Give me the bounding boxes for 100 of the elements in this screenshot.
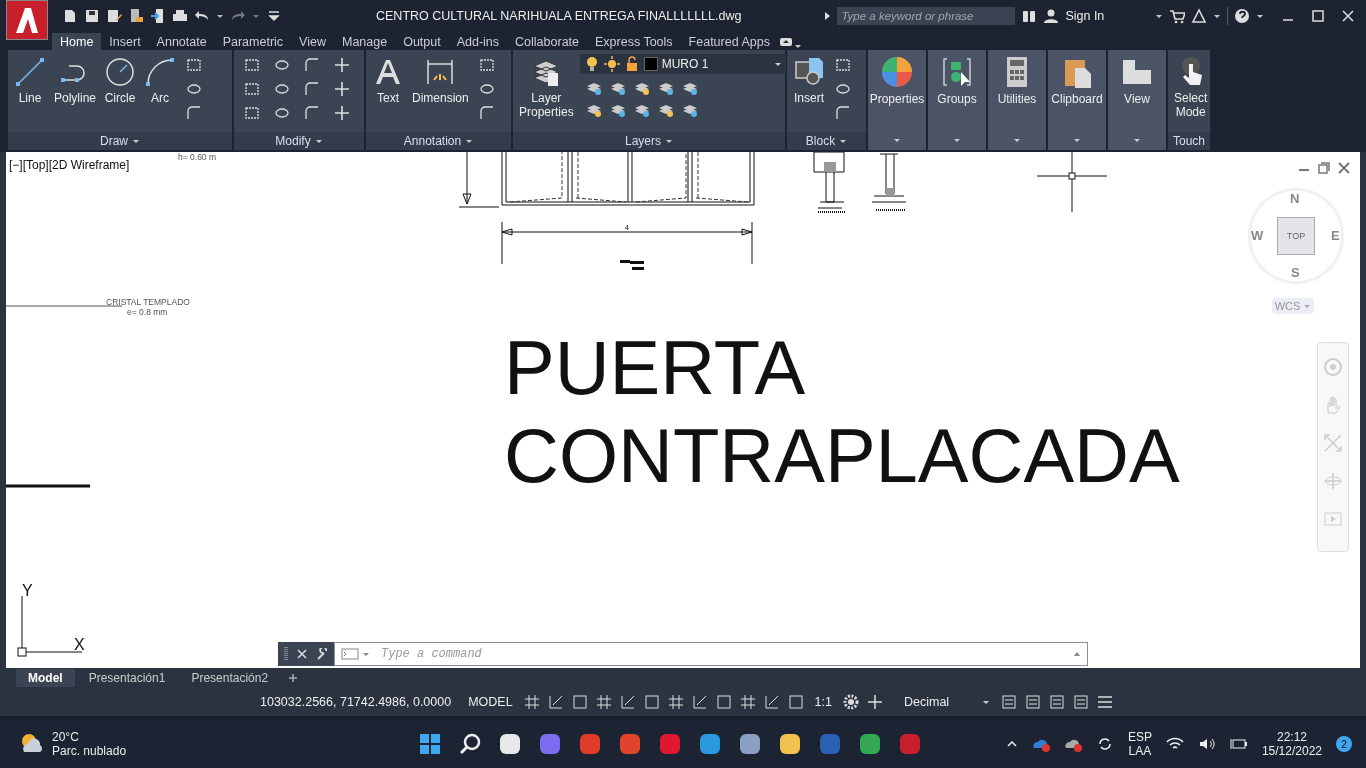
layout-tab[interactable]: Model (16, 669, 75, 688)
caret-icon[interactable] (1256, 12, 1265, 20)
ribbon-flyout-button[interactable]: Clipboard (1048, 49, 1106, 150)
panel-title[interactable]: Touch (1168, 131, 1210, 150)
layer-dropdown[interactable]: MURO 1 (579, 53, 786, 74)
toolbar-icon[interactable] (334, 80, 350, 97)
model-space-button[interactable]: MODEL (465, 693, 516, 712)
plus-icon[interactable] (867, 694, 883, 711)
viewcube[interactable]: N W TOP E S (1248, 187, 1344, 284)
status-toggle-icon[interactable] (787, 694, 804, 711)
status-toggle-icon[interactable] (715, 694, 732, 711)
toolbar-icon[interactable] (835, 56, 851, 73)
ribbon-flyout-button[interactable]: Properties (868, 49, 926, 150)
ribbon-tab[interactable]: Express Tools (587, 32, 681, 50)
toolbar-icon[interactable] (478, 104, 495, 121)
cart-icon[interactable] (1169, 8, 1186, 24)
toolbar-icon[interactable] (835, 104, 851, 121)
toolbar-icon[interactable] (244, 104, 260, 121)
layout-tab[interactable]: Presentación1 (76, 669, 178, 688)
search-field[interactable]: Type a keyword or phrase (837, 7, 1016, 25)
status-toggle-icon[interactable] (643, 694, 660, 711)
toolbar-icon[interactable] (304, 56, 320, 73)
ribbon-tab[interactable]: Parametric (214, 32, 292, 50)
toolbar-icon[interactable] (304, 104, 320, 121)
menu-icon[interactable] (1097, 694, 1113, 711)
maximize-icon[interactable] (1312, 10, 1324, 22)
customize-menu-icon[interactable] (266, 8, 282, 24)
panel-title[interactable]: Annotation (366, 131, 511, 150)
restore-icon[interactable] (1318, 161, 1330, 174)
status-toggle-icon[interactable] (1073, 694, 1089, 711)
ribbon-tool-button[interactable]: Arc (142, 53, 179, 107)
viewcube-face[interactable]: TOP (1277, 216, 1315, 255)
ribbon-tab[interactable]: Collaborate (507, 32, 587, 50)
status-toggle-icon[interactable] (523, 694, 540, 711)
caret-icon[interactable] (1213, 12, 1222, 20)
toolbar-icon[interactable] (186, 56, 203, 73)
share-icon[interactable] (150, 8, 166, 24)
ribbon-tool-button[interactable]: Polyline (52, 53, 99, 107)
ribbon-tool-button[interactable]: Text (370, 53, 406, 107)
triangle-network-icon[interactable] (1191, 8, 1208, 24)
ribbon-tab[interactable]: Home (52, 32, 102, 50)
save-as-icon[interactable] (106, 8, 122, 24)
ribbon-tool-button[interactable]: Select Mode (1172, 53, 1210, 121)
status-toggle-icon[interactable] (571, 694, 588, 711)
save-icon[interactable] (84, 8, 100, 24)
app-icon[interactable] (778, 732, 802, 757)
gear-icon[interactable] (843, 694, 859, 711)
language-indicator[interactable]: ESP LAA (1127, 730, 1152, 759)
print-icon[interactable] (172, 8, 188, 24)
units-dropdown[interactable]: Decimal (901, 693, 993, 712)
help-icon[interactable] (1234, 8, 1251, 24)
toolbar-icon[interactable] (478, 56, 495, 73)
ribbon-tab[interactable]: Add-ins (448, 32, 508, 50)
toolbar-icon[interactable] (334, 104, 350, 121)
panel-title[interactable]: Layers (513, 131, 785, 150)
wrench-icon[interactable] (316, 647, 328, 660)
compass-letter[interactable]: W (1251, 227, 1264, 243)
ribbon-tool-button[interactable]: Dimension (410, 53, 471, 107)
ribbon-tab[interactable]: Annotate (148, 32, 215, 50)
status-toggle-icon[interactable] (739, 694, 756, 711)
ribbon-tool-button[interactable]: Line (12, 53, 48, 107)
ribbon-tab[interactable]: Featured Apps (680, 32, 778, 50)
status-toggle-icon[interactable] (691, 694, 708, 711)
ribbon-flyout-button[interactable]: Utilities (988, 49, 1046, 150)
toolbar-icon[interactable] (244, 80, 260, 97)
app-icon[interactable] (498, 732, 522, 757)
ribbon-tool-button[interactable]: Circle (102, 53, 139, 107)
panel-title[interactable]: Block (787, 131, 866, 150)
compass-letter[interactable]: S (1291, 264, 1300, 280)
caret-icon[interactable] (216, 12, 224, 20)
status-toggle-icon[interactable] (1025, 694, 1041, 711)
app-icon[interactable] (858, 732, 882, 757)
clock[interactable]: 22:12 15/12/2022 (1261, 730, 1322, 759)
open-file-icon[interactable] (128, 8, 144, 24)
toolbar-icon[interactable] (304, 80, 320, 97)
status-toggle-icon[interactable] (667, 694, 684, 711)
status-toggle-icon[interactable] (1001, 694, 1017, 711)
ribbon-flyout-button[interactable]: View (1108, 49, 1166, 150)
toolbar-icon[interactable] (334, 56, 350, 73)
grip-handle-icon[interactable] (284, 645, 288, 662)
ribbon-tab[interactable]: Insert (101, 32, 149, 50)
status-toggle-icon[interactable] (1049, 694, 1065, 711)
status-toggle-icon[interactable] (595, 694, 612, 711)
coordinate-readout[interactable]: 103032.2566, 71742.4986, 0.0000 (240, 695, 458, 710)
start-grid-icon[interactable] (418, 732, 442, 757)
app-icon[interactable] (738, 732, 762, 757)
expand-arrow-icon[interactable] (823, 11, 832, 21)
panel-title[interactable]: Draw (8, 131, 232, 150)
viewport-label[interactable]: [−][Top][2D Wireframe] (9, 157, 130, 172)
search-icon[interactable] (458, 732, 482, 757)
annotation-scale-button[interactable]: 1:1 (811, 693, 835, 712)
compass-letter[interactable]: N (1290, 190, 1300, 206)
status-toggle-icon[interactable] (619, 694, 636, 711)
toolbar-icon[interactable] (186, 104, 203, 121)
layout-tab[interactable]: Presentación2 (179, 669, 281, 688)
ribbon-flyout-button[interactable]: Groups (928, 49, 986, 150)
status-toggle-icon[interactable] (547, 694, 564, 711)
toolbar-icon[interactable] (244, 56, 260, 73)
app-menu-button[interactable] (6, 0, 48, 40)
ribbon-tool-button[interactable]: Insert (791, 53, 827, 107)
